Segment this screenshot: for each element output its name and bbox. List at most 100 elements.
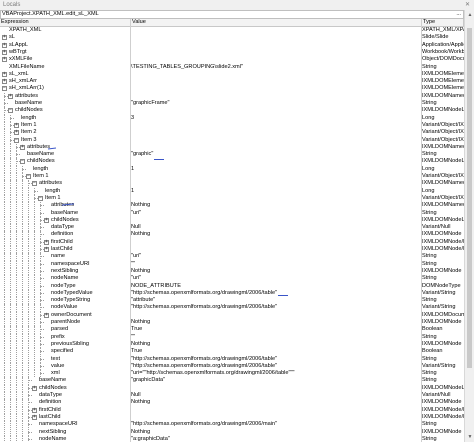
value-cell[interactable]: "uri" [131,253,421,260]
tree-row[interactable]: + sL Slide/Slide [0,34,464,41]
collapse-icon[interactable]: − [38,195,43,201]
value-cell[interactable]: Nothing [131,429,421,436]
tree-row[interactable]: length 1 Long [0,165,464,173]
value-cell[interactable] [131,78,421,85]
tree-row[interactable]: definition Nothing IXMLDOMNode [0,399,464,407]
value-cell[interactable]: "http://schemas.openxmlformats.org/drawi… [131,421,421,428]
value-cell[interactable]: Null [131,224,421,231]
tree-row[interactable]: +Item 1 Variant/Object/IXMLDOM [0,121,464,130]
value-cell[interactable]: \TESTING_TABLES_GROUPING\slide2.xml" [131,64,421,71]
value-cell[interactable] [131,217,421,224]
expand-icon[interactable]: + [44,247,49,252]
tree-row[interactable]: nodeTypeString "attribute" String [0,297,464,305]
context-box[interactable]: VBAProject.XPATH_XML.edit_sL_XML ... [0,10,464,19]
value-cell[interactable]: "uri" [131,275,421,282]
scrollbar-thumb[interactable] [467,28,472,368]
value-cell[interactable] [131,246,421,253]
collapse-icon[interactable]: − [8,108,13,114]
expand-icon[interactable]: + [2,71,7,77]
tree-row[interactable]: −childNodes IXMLDOMNodeList/IXML [0,107,464,115]
tree-row[interactable]: +Item 2 Variant/Object/IXMLDOM [0,129,464,137]
tree-row[interactable]: baseName "graphicData" String [0,377,464,385]
tree-row[interactable]: nodeTypedValue "http://schemas.openxmlfor… [0,289,464,298]
tree-row[interactable]: baseName "graphicFrame" String [0,100,464,108]
column-header-value[interactable]: Value [131,19,422,26]
tree-row[interactable]: +attributes IXMLDOMNamedNode [0,92,464,100]
value-cell[interactable]: Nothing [131,341,421,348]
value-cell[interactable] [131,56,421,63]
tree-row[interactable]: +wBTrgt Workbook/Workbook [0,49,464,56]
tree-row[interactable]: −Item 1 Variant/Object/IXMLDOM [0,173,464,181]
tree-row[interactable]: −attributes IXMLDOMNamedNode [0,180,464,188]
tree-row[interactable]: namespaceURI "http://schemas.openxmlforma… [0,421,464,429]
value-cell[interactable]: Null [131,392,421,399]
tree-row[interactable]: −sH_xmLArr(1) IXMLDOMElement/IXMLD [0,85,464,92]
expand-icon[interactable]: + [14,130,19,136]
value-cell[interactable] [131,407,421,414]
tree-row[interactable]: namespaceURI "" String [0,260,464,268]
value-cell[interactable]: "" [131,334,421,341]
tree-row[interactable]: baseName "graphic" String [0,151,464,159]
tree-row[interactable]: length 3 Long [0,114,464,122]
tree-row[interactable]: +sH_xmLArr IXMLDOMElement/IXMLD [0,78,464,85]
tree-row[interactable]: −Item 3 Variant/Object/IXMLDOM [0,136,464,144]
tree-row[interactable]: +attributes IXMLDOMNamedNode [0,143,464,152]
tree-row[interactable]: nodeValue "http://schemas.openxmlformats.… [0,304,464,312]
tree-row[interactable]: definition Nothing IXMLDOMNode [0,231,464,239]
value-cell[interactable]: "" [131,261,421,268]
expand-icon[interactable]: + [8,93,13,99]
value-cell[interactable] [131,195,421,202]
tree-row[interactable]: specified True Boolean [0,348,464,356]
tree-row[interactable]: dataType Null Variant/Null [0,224,464,232]
value-cell[interactable] [131,122,421,129]
tree-row[interactable]: prefix "" String [0,333,464,341]
expand-icon[interactable]: + [32,407,37,413]
value-cell[interactable] [131,312,421,319]
value-cell[interactable] [131,385,421,392]
collapse-icon[interactable]: − [14,137,19,143]
value-cell[interactable]: Nothing [131,231,421,238]
scroll-up-icon[interactable]: ▲ [466,11,474,19]
context-more-button[interactable]: ... [456,11,461,18]
tree-row[interactable]: +ownerDocument IXMLDOMDocument/DOM [0,311,464,319]
value-cell[interactable] [131,144,421,151]
tree-row[interactable]: +lastChild IXMLDOMNode/IXMLDOM [0,413,464,422]
value-cell[interactable]: "graphicFrame" [131,100,421,107]
close-icon[interactable]: ✕ [465,0,470,10]
value-cell[interactable]: Nothing [131,268,421,275]
expand-icon[interactable]: + [20,144,25,150]
tree-row[interactable]: −childNodes IXMLDOMNodeList/IXML [0,158,464,166]
value-cell[interactable]: "graphicData" [131,377,421,384]
value-cell[interactable]: "uri=""http://schemas.openxmlformats.org… [131,370,421,377]
value-cell[interactable] [131,239,421,246]
value-cell[interactable] [131,158,421,165]
value-cell[interactable]: "http://schemas.openxmlformats.org/drawi… [131,290,421,297]
value-cell[interactable] [131,49,421,56]
expand-icon[interactable]: + [44,312,49,318]
tree-row[interactable]: +xXMLFile Object/DOMDocument [0,56,464,63]
expand-icon[interactable]: + [2,42,7,48]
collapse-icon[interactable]: − [26,174,31,179]
value-cell[interactable] [131,34,421,41]
tree-row[interactable]: parsed True Boolean [0,326,464,334]
tree-row[interactable]: XPATH_XML XPATH_XML/XPATH_X [0,27,464,34]
value-cell[interactable] [131,129,421,136]
expand-icon[interactable]: + [32,414,37,420]
tree-row[interactable]: nodeName "uri" String [0,275,464,283]
tree-row[interactable]: −Item 1 Variant/Object/IXMLDOM [0,194,464,203]
value-cell[interactable]: Nothing [131,399,421,406]
value-cell[interactable]: NODE_ATTRIBUTE [131,283,421,290]
value-cell[interactable]: 1 [131,188,421,195]
tree-row[interactable]: +childNodes IXMLDOMNodeList/IXML [0,216,464,225]
value-cell[interactable]: 3 [131,115,421,122]
collapse-icon[interactable]: − [2,86,7,92]
tree-row[interactable]: +firstChild IXMLDOMNode/IXMLDOM [0,406,464,414]
value-cell[interactable] [131,107,421,114]
tree-row[interactable]: +sL_xmL IXMLDOMElement/IXMLD [0,71,464,78]
expand-icon[interactable]: + [32,385,37,391]
tree-row[interactable]: dataType Null Variant/Null [0,392,464,400]
tree-row[interactable]: nodeName "a:graphicData" String [0,435,464,442]
tree-row[interactable]: nextSibling Nothing IXMLDOMNode [0,267,464,276]
expand-icon[interactable]: + [2,49,7,55]
tree-row[interactable]: +childNodes IXMLDOMNodeList/IXML [0,384,464,392]
